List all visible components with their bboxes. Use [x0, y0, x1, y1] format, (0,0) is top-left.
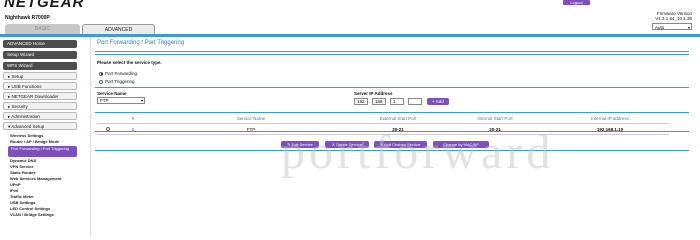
sidebar-subitem-router-ap-bridge[interactable]: Router / AP / Bridge Mode — [10, 139, 59, 144]
service-name-value: FTP — [100, 98, 109, 103]
top-bar: NETGEAR Nighthawk R7000P Logout Firmware… — [0, 0, 700, 30]
sidebar-item-setup[interactable]: ▸ Setup — [3, 72, 77, 80]
sidebar-subitem-traffic-meter[interactable]: Traffic Meter — [10, 194, 34, 199]
service-name-select[interactable]: FTP ▾ — [97, 97, 145, 104]
firmware-version: V1.3.1.64_10.1.36 — [655, 16, 692, 21]
sidebar-item-advanced-home[interactable]: ADVANCED Home — [3, 40, 77, 48]
tab-basic[interactable]: BASIC — [5, 24, 80, 34]
port-forwarding-option[interactable]: Port Forwarding — [99, 71, 137, 76]
sidebar-subitem-usb-settings[interactable]: USB Settings — [10, 200, 35, 205]
chevron-down-icon: ▾ — [687, 25, 690, 30]
sidebar-item-setup-wizard[interactable]: Setup Wizard — [3, 51, 77, 59]
port-triggering-option[interactable]: Port Triggering — [99, 79, 135, 84]
tab-advanced[interactable]: ADVANCED — [82, 24, 155, 34]
sidebar-subitem-web-services[interactable]: Web Services Management — [10, 176, 62, 181]
ip-dot: . — [405, 99, 407, 104]
main-panel: Port Forwarding / Port Triggering Please… — [90, 37, 696, 236]
ip-octet-1[interactable]: 192 — [354, 98, 368, 105]
table-header-row: # Service Name External Start Port Inter… — [97, 114, 669, 124]
port-triggering-label: Port Triggering — [105, 79, 135, 84]
select-column-header — [97, 114, 121, 124]
sidebar-subitem-vlan-bridge[interactable]: VLAN / Bridge Settings — [10, 212, 54, 217]
divider — [95, 54, 689, 55]
sidebar-subitem-ipv6[interactable]: IPv6 — [10, 188, 18, 193]
sidebar-subitem-vpn-service[interactable]: VPN Service — [10, 164, 34, 169]
ip-octet-2[interactable]: 168 — [372, 98, 386, 105]
row-internal-ip: 192.168.1.10 — [551, 123, 669, 135]
sidebar-item-advanced-setup[interactable]: ▾ Advanced Setup — [3, 122, 77, 130]
ip-octet-3[interactable]: 1 — [390, 98, 404, 105]
sidebar-subitem-dynamic-dns[interactable]: Dynamic DNS — [10, 158, 36, 163]
column-header-internal-port: Internal Start Port — [439, 114, 551, 124]
sidebar-item-usb-functions[interactable]: ▸ USB Functions — [3, 82, 77, 90]
ip-dot: . — [369, 99, 371, 104]
service-type-heading: Please select the service type. — [97, 60, 162, 65]
sidebar: ADVANCED Home Setup Wizard WPS Wizard ▸ … — [0, 37, 88, 236]
sidebar-item-security[interactable]: ▸ Security — [3, 102, 77, 110]
language-value: Auto — [655, 25, 665, 30]
sidebar-subitem-led-control[interactable]: LED Control Settings — [10, 206, 50, 211]
sidebar-subitem-upnp[interactable]: UPnP — [10, 182, 21, 187]
portforward-watermark: portforward — [281, 126, 555, 179]
port-forwarding-label: Port Forwarding — [105, 71, 138, 76]
service-name-label: Service Name — [97, 91, 127, 96]
sidebar-item-wps-wizard[interactable]: WPS Wizard — [3, 62, 77, 70]
column-header-service-name: Service Name — [145, 114, 357, 124]
firmware-info: Firmware Version V1.3.1.64_10.1.36 — [655, 11, 692, 21]
server-ip-label: Server IP Address — [354, 91, 393, 96]
logout-button[interactable]: Logout — [563, 0, 590, 5]
column-header-internal-ip: Internal IP address — [551, 114, 669, 124]
radio-selected-icon[interactable] — [99, 71, 103, 76]
ip-octet-4[interactable] — [408, 98, 422, 105]
column-header-number: # — [121, 114, 145, 124]
row-select-cell[interactable] — [97, 123, 121, 135]
divider — [95, 87, 689, 88]
sidebar-item-netgear-downloader[interactable]: ▸ NETGEAR Downloader — [3, 92, 77, 100]
chevron-down-icon: ▾ — [140, 98, 143, 103]
page-title: Port Forwarding / Port Triggering — [97, 40, 185, 46]
column-header-external-port: External Start Port — [357, 114, 439, 124]
language-select[interactable]: Auto ▾ — [652, 23, 692, 30]
netgear-logo: NETGEAR — [4, 0, 85, 11]
sidebar-subitem-port-forwarding[interactable]: Port Forwarding / Port Triggering — [8, 146, 77, 157]
radio-unselected-icon[interactable] — [99, 79, 103, 84]
sidebar-subitem-static-routes[interactable]: Static Routes — [10, 170, 36, 175]
divider — [95, 112, 689, 113]
sidebar-subitem-wireless-settings[interactable]: Wireless Settings — [10, 133, 43, 138]
row-number: 1 — [121, 123, 145, 135]
sidebar-item-administration[interactable]: ▸ Administration — [3, 112, 77, 120]
ip-dot: . — [387, 99, 389, 104]
model-name: Nighthawk R7000P — [5, 15, 50, 21]
add-button[interactable]: + Add — [427, 98, 449, 105]
divider — [95, 51, 689, 52]
